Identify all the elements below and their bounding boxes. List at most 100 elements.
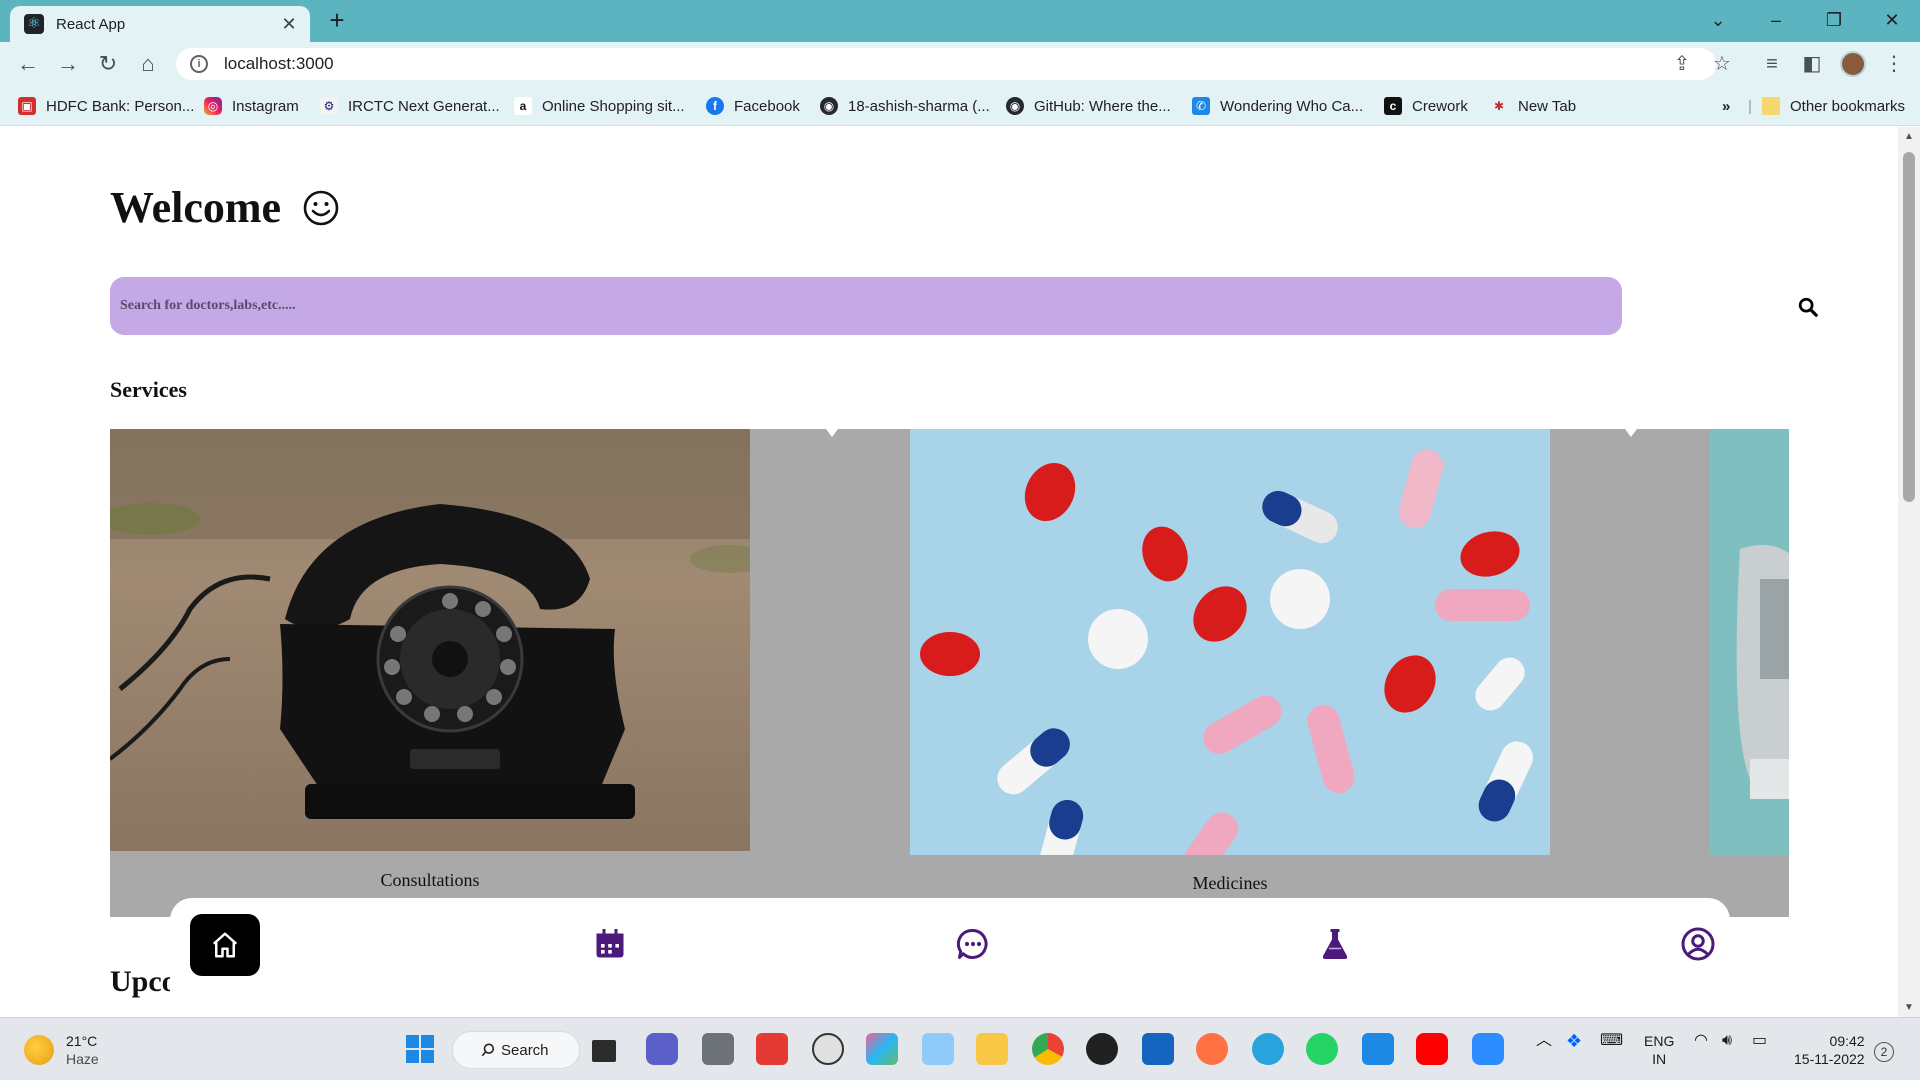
photos-icon[interactable] xyxy=(866,1033,898,1065)
bookmark-github[interactable]: ◉ GitHub: Where the... xyxy=(1006,95,1171,117)
github-icon: ◉ xyxy=(820,97,838,115)
anydesk-icon[interactable] xyxy=(756,1033,788,1065)
keyboard-icon[interactable]: ⌨ xyxy=(1600,1032,1623,1050)
weather-widget[interactable]: 21°C Haze xyxy=(24,1032,99,1068)
home-browser-icon[interactable]: ⌂ xyxy=(132,48,164,80)
bookmark-label: New Tab xyxy=(1518,97,1577,115)
dropbox-icon[interactable]: ❖ xyxy=(1566,1032,1582,1050)
pills-illustration xyxy=(910,429,1550,855)
youtube-icon[interactable] xyxy=(1416,1033,1448,1065)
flask-icon[interactable] xyxy=(1317,926,1353,962)
search-bar[interactable] xyxy=(110,277,1622,335)
chrome-icon[interactable] xyxy=(1032,1033,1064,1065)
reload-icon[interactable]: ↻ xyxy=(92,48,124,80)
file-explorer-icon[interactable] xyxy=(976,1033,1008,1065)
postman-icon[interactable] xyxy=(1196,1033,1228,1065)
bookmark-irctc[interactable]: ⚙ IRCTC Next Generat... xyxy=(320,95,500,117)
other-bookmarks-folder[interactable]: Other bookmarks xyxy=(1762,95,1905,117)
taskbar-search-icon xyxy=(481,1043,495,1057)
clock-app-icon[interactable] xyxy=(812,1033,844,1065)
bookmark-hdfc[interactable]: ▣ HDFC Bank: Person... xyxy=(18,95,194,117)
wifi-icon[interactable]: ◠ xyxy=(1694,1032,1708,1050)
language-code: ENG xyxy=(1644,1033,1675,1049)
lab-equipment-illustration xyxy=(1710,429,1789,855)
services-carousel[interactable]: Consultations Medicines xyxy=(110,429,1789,917)
crework-icon: c xyxy=(1384,97,1402,115)
notification-badge[interactable]: 2 xyxy=(1874,1042,1894,1062)
task-view-icon[interactable] xyxy=(592,1040,616,1062)
services-heading: Services xyxy=(110,377,187,402)
bookmark-label: Other bookmarks xyxy=(1790,97,1906,115)
scrollbar-thumb[interactable] xyxy=(1903,152,1915,502)
battery-icon[interactable]: ▭ xyxy=(1752,1032,1767,1050)
bookmark-github-profile[interactable]: ◉ 18-ashish-sharma (... xyxy=(820,95,990,117)
zoom-icon[interactable] xyxy=(1472,1033,1504,1065)
language-indicator[interactable]: ENG IN xyxy=(1644,1032,1674,1068)
time: 09:42 xyxy=(1829,1033,1865,1049)
snipping-tool-icon[interactable] xyxy=(922,1033,954,1065)
page-scrollbar[interactable]: ▲ ▼ xyxy=(1898,127,1920,1017)
bookmark-label: Facebook xyxy=(734,97,800,115)
tray-overflow-chevron-icon[interactable]: ︿ xyxy=(1536,1032,1552,1050)
media-control-icon[interactable]: ≡ xyxy=(1756,48,1788,80)
service-label-medicines: Medicines xyxy=(1192,873,1268,893)
bookmark-label: Crework xyxy=(1412,97,1468,115)
bookmark-newtab[interactable]: ✱ New Tab xyxy=(1490,95,1576,117)
bookmark-crework[interactable]: c Crework xyxy=(1384,95,1468,117)
address-bar[interactable]: i localhost:3000 xyxy=(176,48,1716,80)
back-icon[interactable]: ← xyxy=(12,48,44,80)
bookmark-facebook[interactable]: f Facebook xyxy=(706,95,800,117)
new-tab-button[interactable]: + xyxy=(322,6,352,36)
taskbar-search[interactable]: Search xyxy=(452,1031,580,1069)
close-window-button[interactable]: ✕ xyxy=(1868,4,1916,36)
profile-avatar[interactable] xyxy=(1840,51,1866,77)
consultations-image[interactable] xyxy=(110,429,750,851)
profile-icon[interactable] xyxy=(1680,926,1716,962)
browser-tab[interactable]: ⚛ React App ✕ xyxy=(10,6,310,42)
search-input[interactable] xyxy=(120,298,1622,314)
bookmarks-divider: | xyxy=(1748,97,1752,115)
nav-home-button[interactable] xyxy=(190,914,260,976)
camera-icon[interactable] xyxy=(702,1033,734,1065)
medicines-image[interactable] xyxy=(910,429,1550,855)
welcome-heading: Welcome xyxy=(110,182,339,233)
scroll-up-arrow-icon[interactable]: ▲ xyxy=(1898,131,1920,142)
bookmark-label: HDFC Bank: Person... xyxy=(46,97,195,115)
browser-toolbar: ← → ↻ ⌂ i localhost:3000 ⇪ ☆ ≡ ◧ ⋮ xyxy=(0,42,1920,86)
whatsapp-icon[interactable] xyxy=(1306,1033,1338,1065)
microsoft-store-icon[interactable] xyxy=(1142,1033,1174,1065)
url-text: localhost:3000 xyxy=(224,54,334,73)
bookmark-label: Wondering Who Ca... xyxy=(1220,97,1364,115)
clock[interactable]: 09:42 15-11-2022 xyxy=(1794,1032,1865,1068)
teams-chat-icon[interactable] xyxy=(646,1033,678,1065)
lab-tests-image[interactable] xyxy=(1710,429,1789,855)
bookmark-amazon[interactable]: a Online Shopping sit... xyxy=(514,95,685,117)
site-info-icon[interactable]: i xyxy=(190,55,208,73)
minimize-button[interactable]: – xyxy=(1752,4,1800,36)
welcome-text: Welcome xyxy=(110,183,282,232)
calendar-icon[interactable] xyxy=(592,926,628,962)
browser-menu-icon[interactable]: ⋮ xyxy=(1878,48,1910,80)
react-favicon-icon: ⚛ xyxy=(24,14,44,34)
date: 15-11-2022 xyxy=(1794,1051,1865,1067)
chat-icon[interactable] xyxy=(955,926,991,962)
tab-search-chevron-icon[interactable]: ⌄ xyxy=(1694,4,1742,36)
media-player-icon[interactable] xyxy=(1086,1033,1118,1065)
bookmarks-overflow-button[interactable]: » xyxy=(1722,95,1730,117)
telegram-icon[interactable] xyxy=(1252,1033,1284,1065)
close-tab-icon[interactable]: ✕ xyxy=(278,14,300,35)
forward-icon[interactable]: → xyxy=(52,48,84,80)
vscode-icon[interactable] xyxy=(1362,1033,1394,1065)
side-panel-icon[interactable]: ◧ xyxy=(1796,48,1828,80)
search-icon[interactable] xyxy=(1797,296,1819,318)
bookmark-star-icon[interactable]: ☆ xyxy=(1706,48,1738,80)
volume-icon[interactable]: 🔊︎ xyxy=(1722,1032,1732,1050)
bookmark-instagram[interactable]: ◎ Instagram xyxy=(204,95,299,117)
newtab-icon: ✱ xyxy=(1493,99,1505,113)
bookmark-truecaller[interactable]: ✆ Wondering Who Ca... xyxy=(1192,95,1363,117)
share-icon[interactable]: ⇪ xyxy=(1666,48,1698,80)
scroll-down-arrow-icon[interactable]: ▼ xyxy=(1898,1002,1920,1013)
carousel-notch xyxy=(826,429,838,437)
restore-button[interactable]: ❐ xyxy=(1810,4,1858,36)
windows-start-icon[interactable] xyxy=(404,1033,436,1065)
